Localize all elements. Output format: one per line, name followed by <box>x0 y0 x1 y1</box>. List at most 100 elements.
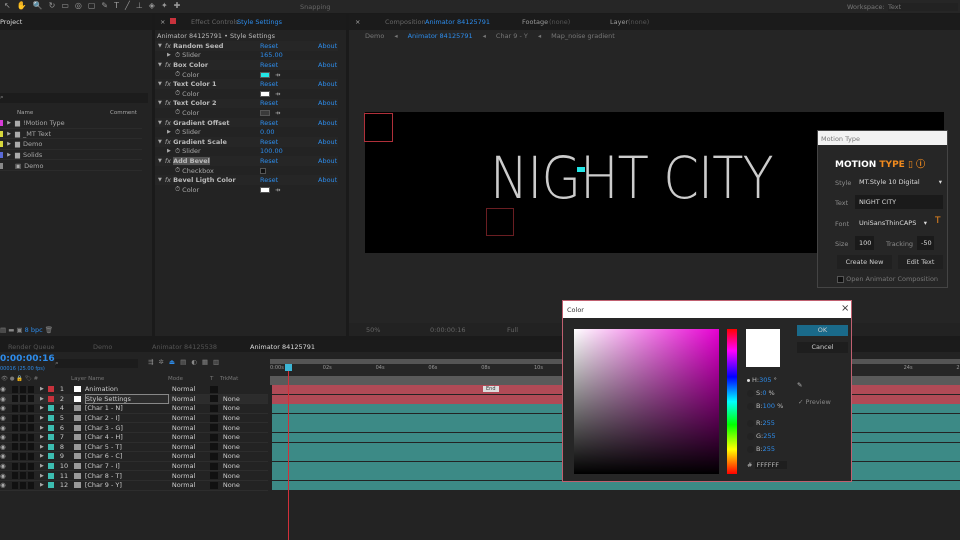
trkmat-select[interactable]: None <box>223 424 259 432</box>
layer-row[interactable]: ◉ ▶ 11 [Char 8 - T] Normal None <box>0 471 268 481</box>
stopwatch-icon[interactable]: ⏱ <box>175 108 180 117</box>
tab-composition[interactable]: Composition <box>385 18 426 26</box>
mode-select[interactable]: Normal <box>172 433 210 441</box>
preview-checkbox[interactable]: ✓ Preview <box>798 398 831 406</box>
info-icon[interactable]: ⓘ <box>916 160 925 170</box>
color-swatch[interactable] <box>260 90 270 97</box>
effect-property[interactable]: ⏱ Checkbox <box>155 166 338 176</box>
eye-icon[interactable]: ◉ <box>0 433 12 441</box>
project-item[interactable]: ▶ ▆ _MT Text <box>0 130 142 140</box>
radio[interactable] <box>747 419 754 427</box>
effect-property[interactable]: ⏱ Color ⇸ <box>155 70 338 80</box>
eye-icon[interactable]: ◉ <box>0 414 12 422</box>
about-link[interactable]: About <box>318 119 337 127</box>
bpc-button[interactable]: 8 bpc <box>25 326 43 334</box>
about-link[interactable]: About <box>318 99 337 107</box>
project-item[interactable]: ▶ ▆ Solids <box>0 151 142 161</box>
tab-layer[interactable]: Layer <box>610 18 628 26</box>
tab-footage[interactable]: Footage <box>522 18 548 26</box>
color-field-b[interactable]: B:100 % <box>747 400 787 413</box>
layer-name[interactable]: [Char 5 - T] <box>85 443 169 451</box>
layer-name[interactable]: [Char 3 - G] <box>85 424 169 432</box>
trkmat-select[interactable]: None <box>223 481 259 489</box>
eye-icon[interactable]: ◉ <box>0 472 12 480</box>
timeline-tab[interactable]: Animator 84125538 <box>152 343 217 351</box>
effect-property[interactable]: ▶ ⏱ Slider 100.00 <box>155 147 338 157</box>
color-field-g[interactable]: G:255 <box>747 430 787 443</box>
size-input[interactable]: 100 <box>855 236 874 250</box>
about-link[interactable]: About <box>318 138 337 146</box>
playhead-handle[interactable] <box>285 364 292 371</box>
end-marker[interactable]: End <box>483 386 499 392</box>
effect-row[interactable]: ▼ fx Gradient Scale Reset About <box>155 137 338 147</box>
breadcrumb-item[interactable]: Demo <box>365 32 384 40</box>
layer-name[interactable]: [Char 1 - N] <box>85 404 169 412</box>
mode-select[interactable]: Normal <box>172 424 210 432</box>
reset-link[interactable]: Reset <box>260 42 278 50</box>
tool-icons[interactable]: ↖✋🔍↻▭◎▢✎T╱⊥◈✦✚ <box>4 1 186 10</box>
stopwatch-icon[interactable]: ⏱ <box>175 166 180 175</box>
timeline-timecode[interactable]: 0:00:00:16 <box>0 354 55 364</box>
trkmat-select[interactable]: None <box>223 443 259 451</box>
reset-link[interactable]: Reset <box>260 80 278 88</box>
color-field-bl[interactable]: B:255 <box>747 443 787 456</box>
reset-link[interactable]: Reset <box>260 157 278 165</box>
color-swatch[interactable] <box>260 109 270 116</box>
eyedropper-icon[interactable]: ✎ <box>797 381 802 389</box>
mode-select[interactable]: Normal <box>172 472 210 480</box>
effect-row[interactable]: ▼ fx Gradient Offset Reset About <box>155 117 338 128</box>
color-swatch[interactable] <box>260 186 270 193</box>
col-layer-name[interactable]: Layer Name <box>71 376 104 382</box>
tab-effect-controls[interactable]: Effect Controls <box>191 18 239 26</box>
effect-property[interactable]: ▶ ⏱ Slider 165.00 <box>155 51 338 61</box>
layer-name[interactable]: [Char 4 - H] <box>85 433 169 441</box>
eye-icon[interactable]: ◉ <box>0 404 12 412</box>
trkmat-select[interactable]: None <box>223 472 259 480</box>
effect-row[interactable]: ▼ fx Add Bevel Reset About <box>155 156 338 166</box>
trkmat-select[interactable]: None <box>223 433 259 441</box>
workspace-select[interactable]: Text <box>888 3 958 11</box>
slider-value[interactable]: 100.00 <box>260 147 283 155</box>
color-field-r[interactable]: R:255 <box>747 417 787 430</box>
eye-icon[interactable]: ◉ <box>0 385 12 393</box>
tab-project[interactable]: Project <box>0 18 22 26</box>
effect-property[interactable]: ⏱ Color ⇸ <box>155 185 338 195</box>
effect-property[interactable]: ⏱ Color ⇸ <box>155 108 338 118</box>
layer-name[interactable]: [Char 2 - I] <box>85 414 169 422</box>
trkmat-select[interactable]: None <box>223 414 259 422</box>
stopwatch-icon[interactable]: ⏱ <box>175 128 180 137</box>
effect-property[interactable]: ⏱ Color ⇸ <box>155 89 338 99</box>
color-field-h[interactable]: H:305 ° <box>747 374 787 387</box>
saturation-brightness-field[interactable] <box>574 329 719 474</box>
eyedropper-icon[interactable]: ⇸ <box>275 186 280 194</box>
reset-link[interactable]: Reset <box>260 119 278 127</box>
col-t[interactable]: T <box>210 376 213 382</box>
about-link[interactable]: About <box>318 176 337 184</box>
layer-row[interactable]: ◉ ▶ 4 [Char 1 - N] Normal None <box>0 404 268 414</box>
stopwatch-icon[interactable]: ⏱ <box>175 147 180 156</box>
col-comment[interactable]: Comment <box>110 110 137 116</box>
layer-row[interactable]: ◉ ▶ 8 [Char 5 - T] Normal None <box>0 443 268 453</box>
reset-link[interactable]: Reset <box>260 61 278 69</box>
mode-select[interactable]: Normal <box>172 395 210 403</box>
layer-row[interactable]: ◉ ▶ 2 Style Settings Normal None <box>0 393 268 405</box>
layer-row[interactable]: ◉ ▶ 7 [Char 4 - H] Normal None <box>0 433 268 443</box>
mode-select[interactable]: Normal <box>172 404 210 412</box>
mode-select[interactable]: Normal <box>172 452 210 460</box>
project-item[interactable]: ▶ ▆ Demo <box>0 140 142 150</box>
project-search[interactable]: ⌕ <box>0 93 148 103</box>
layer-name[interactable]: [Char 8 - T] <box>85 472 169 480</box>
col-name[interactable]: Name <box>17 110 33 116</box>
layer-row[interactable]: ◉ ▶ 10 [Char 7 - I] Normal None <box>0 462 268 472</box>
eyedropper-icon[interactable]: ⇸ <box>275 90 280 98</box>
eye-icon[interactable]: ◉ <box>0 462 12 470</box>
eye-icon[interactable]: ◉ <box>0 395 12 403</box>
radio[interactable] <box>747 378 750 382</box>
eye-icon[interactable]: ◉ <box>0 443 12 451</box>
stopwatch-icon[interactable]: ⏱ <box>175 185 180 194</box>
tracking-input[interactable]: -50 <box>917 236 934 250</box>
edit-text-button[interactable]: Edit Text <box>898 255 943 269</box>
project-item[interactable]: ▶ ▆ !Motion Type <box>0 119 142 129</box>
eyedropper-icon[interactable]: ⇸ <box>275 109 280 117</box>
breadcrumb-item[interactable]: Map_noise gradient <box>551 32 615 40</box>
